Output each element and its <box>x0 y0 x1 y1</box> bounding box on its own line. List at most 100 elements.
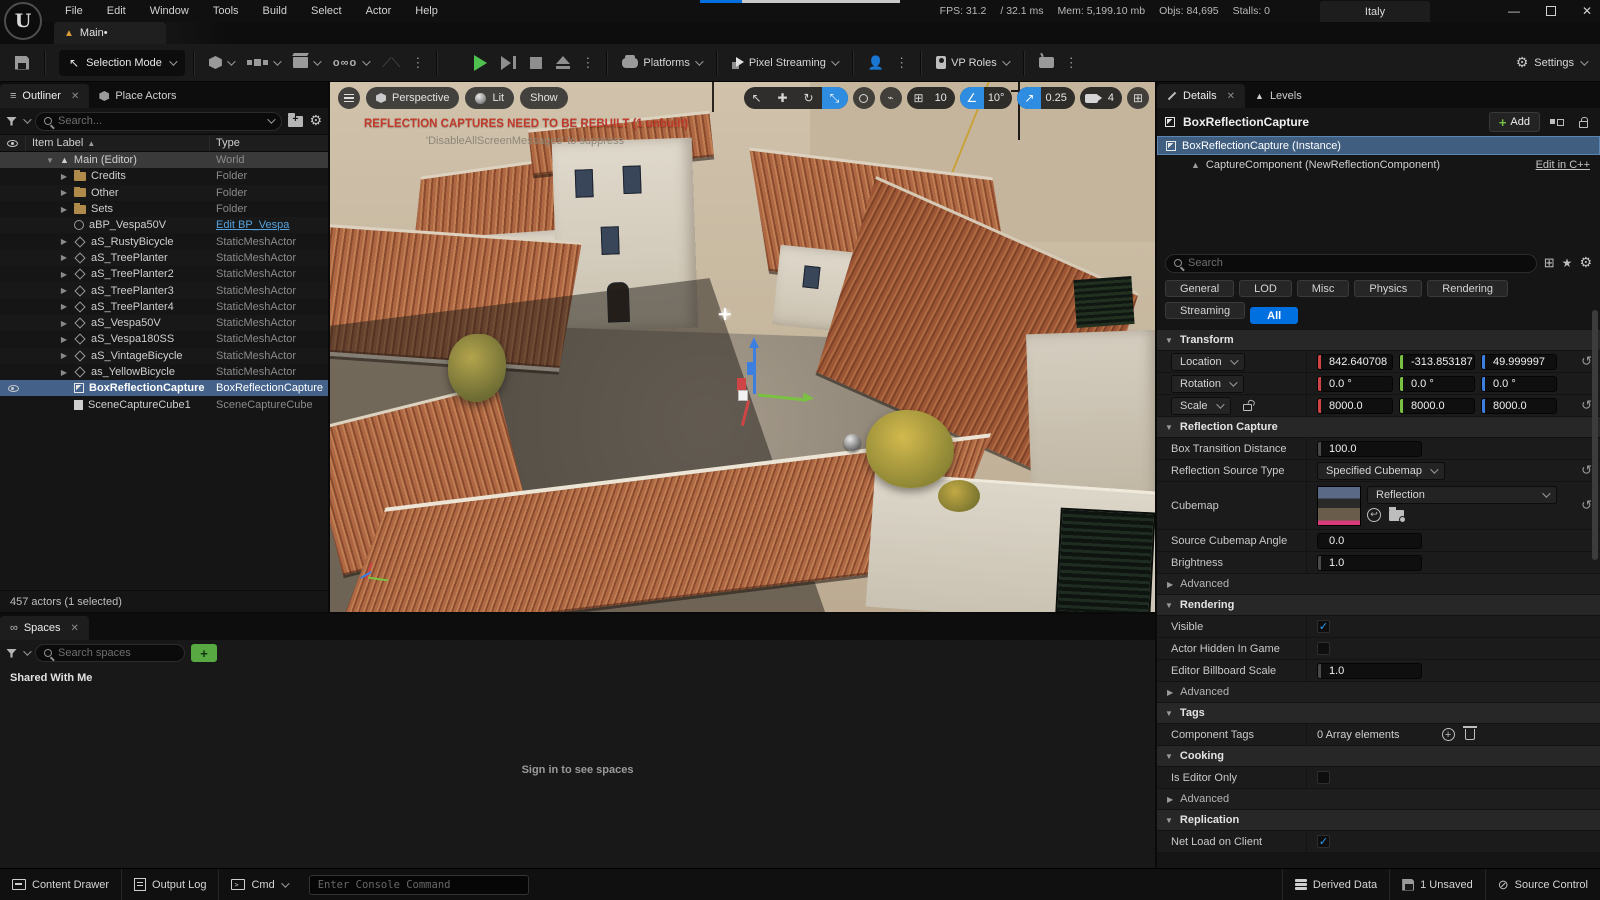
location-x-field[interactable]: 842.640708 <box>1317 354 1393 370</box>
source-type-dropdown[interactable]: Specified Cubemap <box>1317 462 1445 480</box>
reset-icon[interactable]: ↺ <box>1581 463 1592 478</box>
menu-edit[interactable]: Edit <box>96 0 137 22</box>
sequencer-button[interactable]: o∞o <box>326 49 375 77</box>
rotation-snap-icon[interactable]: ∠ <box>960 87 984 109</box>
tab-spaces[interactable]: ∞ Spaces ✕ <box>0 616 89 640</box>
viewport[interactable]: REFLECTION CAPTURES NEED TO BE REBUILT (… <box>330 82 1155 612</box>
outliner-row-credits[interactable]: ▶CreditsFolder <box>0 168 328 184</box>
chip-general[interactable]: General <box>1165 280 1234 297</box>
details-search-input[interactable] <box>1188 257 1528 269</box>
scale-x-field[interactable]: 8000.0 <box>1317 398 1393 414</box>
chip-physics[interactable]: Physics <box>1354 280 1422 297</box>
media-capture-menu[interactable]: ⋮ <box>1061 55 1082 71</box>
maximize-viewport-button[interactable]: ⊞ <box>1127 87 1149 109</box>
menu-help[interactable]: Help <box>404 0 449 22</box>
derived-data-button[interactable]: Derived Data <box>1282 869 1389 900</box>
cinematics-button[interactable] <box>286 49 326 77</box>
unlock-icon[interactable] <box>1243 404 1252 411</box>
menu-select[interactable]: Select <box>300 0 353 22</box>
scale-tool-button[interactable]: ⤡ <box>822 87 848 109</box>
filter-icon[interactable] <box>6 117 17 126</box>
toolbar-overflow-menu[interactable]: ⋮ <box>407 55 428 71</box>
capture-component-row[interactable]: ▲ CaptureComponent (NewReflectionCompone… <box>1157 155 1600 174</box>
spaces-filter-chevron[interactable] <box>23 647 31 655</box>
outliner-search[interactable] <box>35 112 282 131</box>
outliner-row-boxreflectioncapture[interactable]: BoxReflectionCaptureBoxReflectionCapture <box>0 380 328 396</box>
location-y-field[interactable]: -313.853187 <box>1399 354 1475 370</box>
section-reflection-capture[interactable]: ▼Reflection Capture <box>1157 417 1600 438</box>
rotation-snap-value[interactable]: 10° <box>984 92 1013 104</box>
minimize-button[interactable]: — <box>1508 4 1520 18</box>
component-instance-row[interactable]: BoxReflectionCapture (Instance) <box>1157 136 1600 155</box>
scale-dropdown[interactable]: Scale <box>1171 397 1231 415</box>
rotation-y-field[interactable]: 0.0 ° <box>1399 376 1475 392</box>
scale-z-field[interactable]: 8000.0 <box>1481 398 1557 414</box>
rotation-dropdown[interactable]: Rotation <box>1171 375 1244 393</box>
search-options-chevron[interactable] <box>268 115 276 123</box>
close-button[interactable]: ✕ <box>1582 4 1592 18</box>
console-command-input[interactable] <box>318 879 520 891</box>
outliner-row-other[interactable]: ▶OtherFolder <box>0 185 328 201</box>
surface-snap-button[interactable]: ⌁ <box>880 87 902 109</box>
scale-snap-icon[interactable]: ↗ <box>1017 87 1041 109</box>
chip-all[interactable]: All <box>1250 307 1298 324</box>
pixel-streaming-dropdown[interactable]: Pixel Streaming <box>725 49 844 77</box>
reset-icon[interactable]: ↺ <box>1581 398 1592 413</box>
tab-outliner[interactable]: ≡ Outliner ✕ <box>0 84 89 108</box>
outliner-row-yellowbicycle[interactable]: ▶as_YellowBicycleStaticMeshActor <box>0 364 328 380</box>
eject-button[interactable] <box>549 49 577 77</box>
section-replication[interactable]: ▼Replication <box>1157 810 1600 831</box>
chip-rendering[interactable]: Rendering <box>1427 280 1508 297</box>
net-load-checkbox[interactable]: ✓ <box>1317 835 1330 848</box>
location-dropdown[interactable]: Location <box>1171 353 1245 371</box>
outliner-row-rustybicycle[interactable]: ▶aS_RustyBicycleStaticMeshActor <box>0 233 328 249</box>
world-local-toggle[interactable] <box>853 87 875 109</box>
chip-misc[interactable]: Misc <box>1297 280 1350 297</box>
outliner-row-treeplanter3[interactable]: ▶aS_TreePlanter3StaticMeshActor <box>0 282 328 298</box>
browse-icon[interactable] <box>1548 114 1566 130</box>
multi-user-button[interactable]: 👤 <box>861 49 891 77</box>
use-selected-asset-icon[interactable]: ↩ <box>1367 508 1381 522</box>
outliner-settings-icon[interactable]: ⚙ <box>309 113 322 129</box>
select-tool-button[interactable]: ↖ <box>744 87 770 109</box>
camera-speed-icon[interactable] <box>1080 87 1104 109</box>
gizmo-origin-cube[interactable] <box>738 390 748 401</box>
level-tab-main[interactable]: ▲ Main• <box>54 22 166 44</box>
chip-lod[interactable]: LOD <box>1239 280 1292 297</box>
favorites-star-icon[interactable]: ★ <box>1562 256 1573 270</box>
light-actor-sprite[interactable] <box>723 312 727 316</box>
scale-y-field[interactable]: 8000.0 <box>1399 398 1475 414</box>
cooking-advanced-expander[interactable]: ▶Advanced <box>1157 789 1600 810</box>
cubemap-angle-field[interactable]: 0.0 <box>1317 533 1422 549</box>
unreal-logo[interactable]: U <box>4 2 42 40</box>
edit-blueprint-link[interactable]: Edit BP_Vespa <box>210 219 328 231</box>
grid-snap-icon[interactable]: ⊞ <box>907 87 931 109</box>
scene-capture-sphere[interactable] <box>844 434 861 451</box>
column-type[interactable]: Type <box>210 135 328 151</box>
spaces-filter-icon[interactable] <box>6 649 17 658</box>
menu-build[interactable]: Build <box>252 0 298 22</box>
brightness-field[interactable]: 1.0 <box>1317 555 1422 571</box>
spaces-search[interactable] <box>35 644 185 662</box>
outliner-row-treeplanter4[interactable]: ▶aS_TreePlanter4StaticMeshActor <box>0 299 328 315</box>
outliner-row-vespa180ss[interactable]: ▶aS_Vespa180SSStaticMeshActor <box>0 331 328 347</box>
reflection-advanced-expander[interactable]: ▶Advanced <box>1157 574 1600 595</box>
visible-checkbox[interactable]: ✓ <box>1317 620 1330 633</box>
rotation-z-field[interactable]: 0.0 ° <box>1481 376 1557 392</box>
section-tags[interactable]: ▼Tags <box>1157 703 1600 724</box>
platforms-dropdown[interactable]: Platforms <box>615 49 707 77</box>
tab-place-actors[interactable]: + Place Actors <box>89 84 186 108</box>
cubemap-asset-dropdown[interactable]: Reflection <box>1367 486 1557 504</box>
menu-tools[interactable]: Tools <box>202 0 250 22</box>
project-tab[interactable]: Italy <box>1320 1 1430 22</box>
cmd-dropdown[interactable]: > Cmd <box>219 869 298 900</box>
visibility-eye-icon[interactable] <box>8 385 19 392</box>
spaces-search-input[interactable] <box>58 647 200 659</box>
content-drawer-button[interactable]: Content Drawer <box>0 869 122 900</box>
lit-dropdown[interactable]: Lit <box>465 87 514 109</box>
source-control-button[interactable]: ⊘ Source Control <box>1485 869 1600 900</box>
outliner-row-sets[interactable]: ▶SetsFolder <box>0 201 328 217</box>
display-options-icon[interactable]: ⊞ <box>1544 255 1555 271</box>
outliner-search-input[interactable] <box>58 115 261 127</box>
camera-speed-value[interactable]: 4 <box>1104 92 1122 104</box>
